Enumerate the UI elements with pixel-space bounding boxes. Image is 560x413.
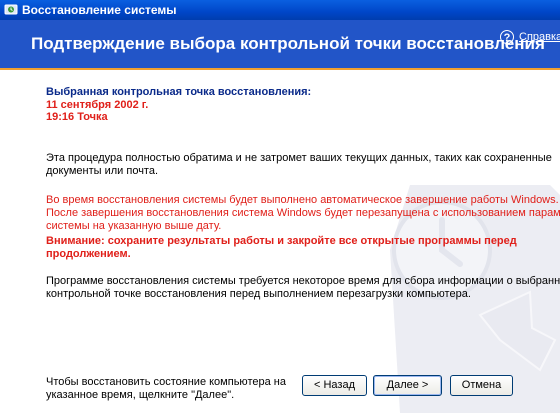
help-link[interactable]: Справка <box>519 30 560 44</box>
page-title: Подтверждение выбора контрольной точки в… <box>31 34 545 53</box>
footer-hint-line: указанное время, щелкните "Далее". <box>46 389 235 401</box>
shutdown-note-line: После завершения восстановления система … <box>46 207 560 219</box>
next-button[interactable]: Далее > <box>373 375 442 396</box>
header-banner: Подтверждение выбора контрольной точки в… <box>0 20 560 70</box>
content-area: Выбранная контрольная точка восстановлен… <box>0 70 560 413</box>
footer-hint-line: Чтобы восстановить состояние компьютера … <box>46 376 286 388</box>
save-work-warning: Внимание: сохраните результаты работы и … <box>46 235 517 261</box>
footer-hint: Чтобы восстановить состояние компьютера … <box>46 376 286 402</box>
help-icon[interactable]: ? <box>500 30 514 44</box>
shutdown-note: Во время восстановления системы будет вы… <box>46 194 560 233</box>
time-note-line: контрольной точке восстановления перед в… <box>46 288 471 300</box>
cancel-button[interactable]: Отмена <box>450 375 513 396</box>
system-restore-window: Восстановление системы Подтверждение выб… <box>0 0 560 413</box>
system-restore-icon <box>4 4 18 15</box>
warning-line: Внимание: сохраните результаты работы и … <box>46 235 517 247</box>
window-title: Восстановление системы <box>22 3 177 17</box>
reversible-note-line: документы или почта. <box>46 165 159 177</box>
selected-point-name: 19:16 Точка <box>46 111 108 123</box>
time-note: Программе восстановления системы требует… <box>46 275 560 301</box>
time-note-line: Программе восстановления системы требует… <box>46 275 560 287</box>
shutdown-note-line: системы на указанную выше дату. <box>46 220 222 232</box>
reversible-note-line: Эта процедура полностью обратима и не за… <box>46 152 552 164</box>
shutdown-note-line: Во время восстановления системы будет вы… <box>46 194 559 206</box>
warning-line: продолжением. <box>46 248 131 260</box>
reversible-note: Эта процедура полностью обратима и не за… <box>46 152 552 178</box>
back-button[interactable]: < Назад <box>302 375 367 396</box>
selected-point-label: Выбранная контрольная точка восстановлен… <box>46 86 312 98</box>
title-bar[interactable]: Восстановление системы <box>0 0 560 20</box>
